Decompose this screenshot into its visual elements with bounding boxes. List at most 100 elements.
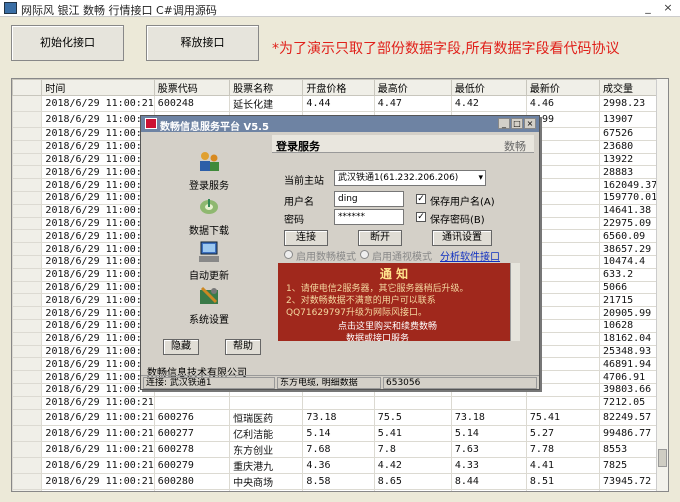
table-row[interactable]: 2018/6/29 11:00:21 600248 延长化建 4.44 4.47 4.42…	[12, 95, 668, 112]
sidebar-item-download[interactable]: 数据下载	[155, 195, 263, 237]
table-cell: 2018/6/29 11:00:21	[41, 408, 155, 426]
server-label: 当前主站	[284, 176, 324, 187]
row-header[interactable]	[12, 152, 43, 167]
table-cell: 2018/6/29 11:00:21	[41, 165, 155, 180]
row-header[interactable]	[12, 242, 43, 256]
news-line: QQ71629797升级为网际风接口。	[286, 308, 427, 318]
comm-settings-button[interactable]: 通讯设置	[432, 230, 492, 246]
save-username-checkbox[interactable]: ✓	[416, 194, 426, 204]
row-header[interactable]	[12, 395, 43, 410]
row-header[interactable]	[12, 229, 43, 244]
row-header[interactable]	[12, 111, 43, 128]
table-cell: 4.42	[373, 456, 452, 474]
table-cell: 8.58	[302, 472, 375, 490]
release-interface-button[interactable]: 释放接口	[146, 25, 259, 61]
column-header[interactable]: 开盘价格	[302, 79, 375, 96]
row-header[interactable]	[12, 127, 43, 141]
row-header[interactable]	[12, 190, 43, 205]
row-header[interactable]	[12, 267, 43, 282]
row-header[interactable]	[12, 203, 43, 218]
table-cell: 8.65	[373, 472, 452, 490]
analysis-software-link[interactable]: 分析软件接口	[440, 248, 500, 263]
row-header[interactable]	[12, 178, 43, 192]
mode1-radio[interactable]	[284, 250, 293, 259]
table-cell: 太化股份	[229, 488, 304, 491]
row-header[interactable]	[12, 165, 43, 180]
sidebar-item-settings[interactable]: 系统设置	[155, 284, 263, 326]
row-header[interactable]	[12, 216, 43, 231]
row-header[interactable]	[12, 440, 43, 458]
mode2-radio[interactable]	[360, 250, 369, 259]
row-header[interactable]	[12, 293, 43, 308]
sidebar-item-update[interactable]: 自动更新	[155, 240, 263, 282]
column-header[interactable]: 最低价	[450, 79, 527, 96]
dialog-minimize-button[interactable]: _	[498, 118, 510, 129]
row-header[interactable]	[12, 280, 43, 295]
grid-vertical-scrollbar[interactable]	[656, 79, 668, 491]
table-cell: 600248	[153, 95, 231, 112]
table-row[interactable]: 2018/6/29 11:00:21 600276 恒瑞医药 73.18 75.5 73.…	[12, 408, 668, 426]
table-cell: 7.78	[525, 440, 601, 458]
row-header[interactable]	[12, 254, 43, 269]
table-cell: 75.5	[373, 408, 452, 426]
column-header[interactable]: 时间	[41, 79, 155, 96]
close-button[interactable]: ×	[660, 1, 676, 15]
table-cell: 2018/6/29 11:00:21	[41, 382, 155, 397]
table-cell: 东方创业	[229, 440, 304, 458]
table-cell: 8.44	[450, 472, 527, 490]
column-header[interactable]: 股票名称	[229, 79, 304, 96]
service-link[interactable]: 数据或接口服务	[346, 331, 409, 341]
table-row[interactable]: 2018/6/29 11:00:21 600277 亿利洁能 5.14 5.41 5.14…	[12, 424, 668, 442]
table-cell: 4.44	[302, 95, 375, 112]
username-label: 用户名	[284, 197, 314, 208]
minimize-button[interactable]: _	[640, 1, 656, 15]
dialog-maximize-button[interactable]: □	[511, 118, 523, 129]
row-header[interactable]	[12, 370, 43, 384]
help-button[interactable]: 帮助	[225, 339, 261, 355]
column-header[interactable]: 股票代码	[153, 79, 231, 96]
news-scrollbar[interactable]	[510, 263, 520, 341]
row-header[interactable]	[12, 139, 43, 154]
dialog-sidebar: 登录服务 数据下载 自动更新 系统设置 隐藏 帮助	[155, 142, 263, 356]
row-header[interactable]	[12, 456, 43, 474]
table-row[interactable]: 2018/6/29 11:00:21600281太化股份3.653.73.633…	[12, 488, 668, 491]
row-header[interactable]	[12, 488, 43, 491]
row-header[interactable]	[12, 408, 43, 426]
table-row[interactable]: 2018/6/29 11:00:21 600280 中央商场 8.58 8.65 8.44…	[12, 472, 668, 490]
dialog-close-button[interactable]: ×	[524, 118, 536, 129]
scrollbar-thumb[interactable]	[658, 449, 667, 467]
row-header[interactable]	[12, 472, 43, 490]
password-label: 密码	[284, 215, 304, 226]
table-cell: 2018/6/29 11:00:21	[41, 203, 155, 218]
table-cell: 3.65	[302, 488, 375, 491]
column-header[interactable]: 最高价	[373, 79, 452, 96]
row-header[interactable]	[12, 95, 43, 112]
row-header[interactable]	[12, 306, 43, 320]
chevron-down-icon: ▾	[478, 173, 483, 183]
sidebar-item-login[interactable]: 登录服务	[155, 150, 263, 192]
row-header[interactable]	[12, 344, 43, 359]
init-interface-button[interactable]: 初始化接口	[11, 25, 124, 61]
disconnect-button[interactable]: 断开	[358, 230, 402, 246]
table-row[interactable]: 2018/6/29 11:00:21 7212.05	[12, 395, 668, 410]
news-panel[interactable]: 通 知 1、请使电信2服务器，其它服务器稍后升级。 2、对数畅数据不满意的用户可…	[278, 263, 510, 341]
row-header[interactable]	[12, 331, 43, 346]
table-row[interactable]: 2018/6/29 11:00:21 600279 重庆港九 4.36 4.42 4.33…	[12, 456, 668, 474]
row-header[interactable]	[12, 424, 43, 442]
status-connection: 连接: 武汉铁通1	[143, 377, 275, 389]
connect-button[interactable]: 连接	[284, 230, 328, 246]
username-field[interactable]: ding	[334, 191, 404, 207]
row-header[interactable]	[12, 382, 43, 397]
table-cell: 7.68	[302, 440, 375, 458]
hide-button[interactable]: 隐藏	[163, 339, 199, 355]
server-select[interactable]: 武汉铁通1(61.232.206.206) ▾	[334, 170, 486, 186]
password-field[interactable]: ******	[334, 209, 404, 225]
table-row[interactable]: 2018/6/29 11:00:21 600278 东方创业 7.68 7.8 7.63 7…	[12, 440, 668, 458]
table-cell: 2018/6/29 11:00:21	[41, 229, 155, 244]
table-cell: 4.47	[373, 95, 452, 112]
row-header[interactable]	[12, 318, 43, 333]
row-header[interactable]	[12, 357, 43, 372]
save-password-checkbox[interactable]: ✓	[416, 212, 426, 222]
table-cell: 2018/6/29 11:00:21	[41, 488, 155, 491]
column-header[interactable]: 最新价	[525, 79, 601, 96]
